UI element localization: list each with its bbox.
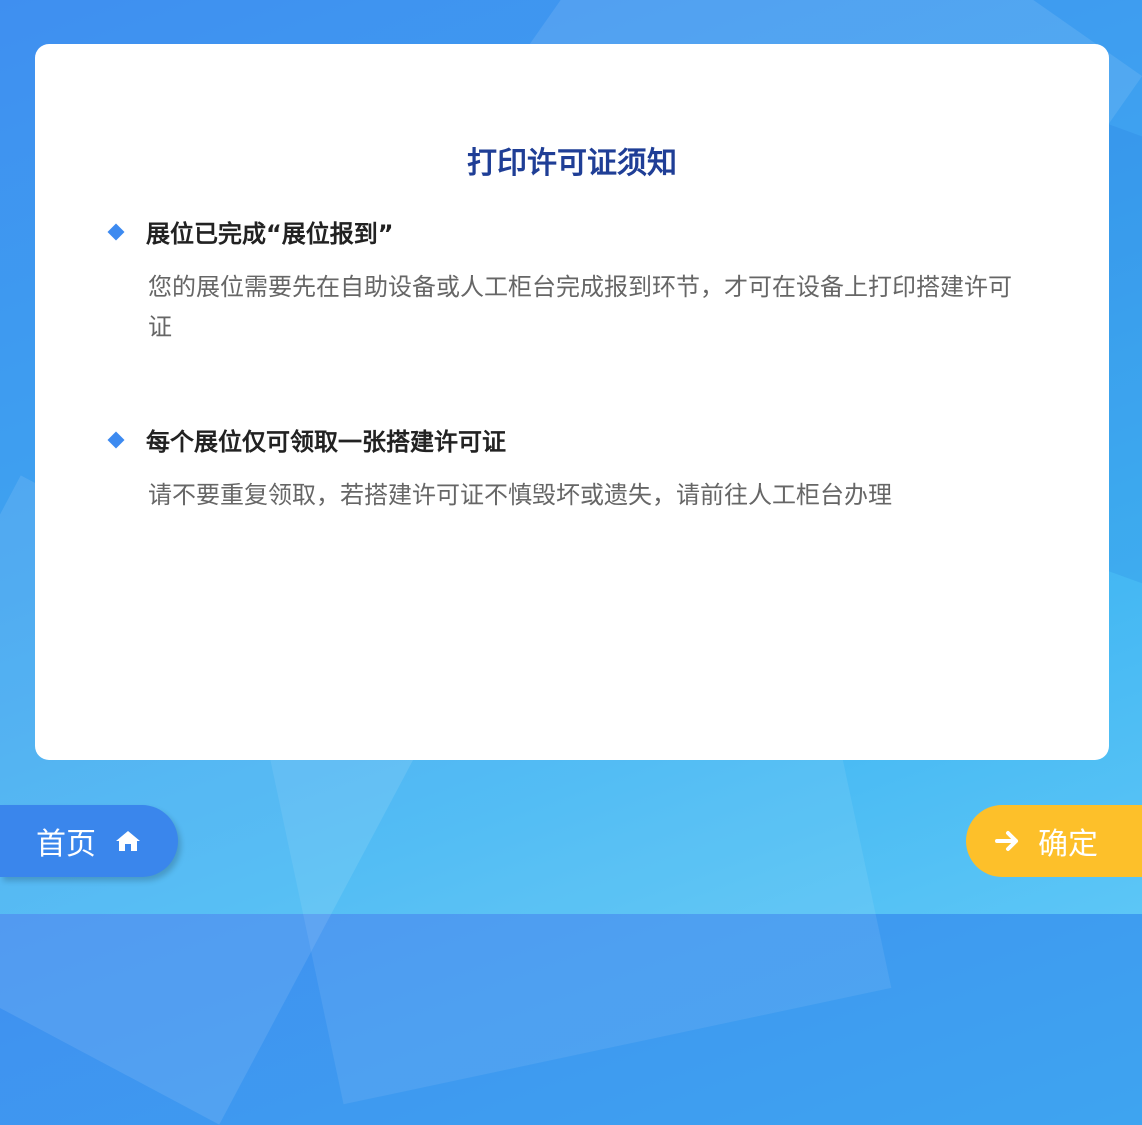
notice-item-header: 展位已完成“展位报到”: [107, 214, 1030, 249]
notice-item: 展位已完成“展位报到” 您的展位需要先在自助设备或人工柜台完成报到环节，才可在设…: [107, 214, 1030, 347]
notice-card: 打印许可证须知 展位已完成“展位报到” 您的展位需要先在自助设备或人工柜台完成报…: [35, 44, 1109, 760]
arrow-right-icon: [995, 831, 1018, 851]
notice-item-title: 每个展位仅可领取一张搭建许可证: [146, 428, 506, 456]
notice-item-header: 每个展位仅可领取一张搭建许可证: [107, 422, 1030, 457]
home-icon: [116, 831, 140, 851]
notice-item-description: 请不要重复领取，若搭建许可证不慎毁坏或遗失，请前往人工柜台办理: [148, 481, 892, 509]
notice-item-title: 展位已完成“展位报到”: [146, 220, 394, 248]
diamond-bullet-icon: [107, 431, 125, 448]
home-button[interactable]: 首页: [0, 805, 178, 877]
notice-item: 每个展位仅可领取一张搭建许可证 请不要重复领取，若搭建许可证不慎毁坏或遗失，请前…: [107, 422, 1030, 515]
diamond-bullet-icon: [107, 223, 125, 240]
notice-title: 打印许可证须知: [467, 146, 677, 181]
home-button-label: 首页: [36, 827, 96, 862]
notice-item-description: 您的展位需要先在自助设备或人工柜台完成报到环节，才可在设备上打印搭建许可证: [148, 273, 1012, 341]
confirm-button-label: 确定: [1038, 827, 1098, 862]
confirm-button[interactable]: 确定: [966, 805, 1142, 877]
